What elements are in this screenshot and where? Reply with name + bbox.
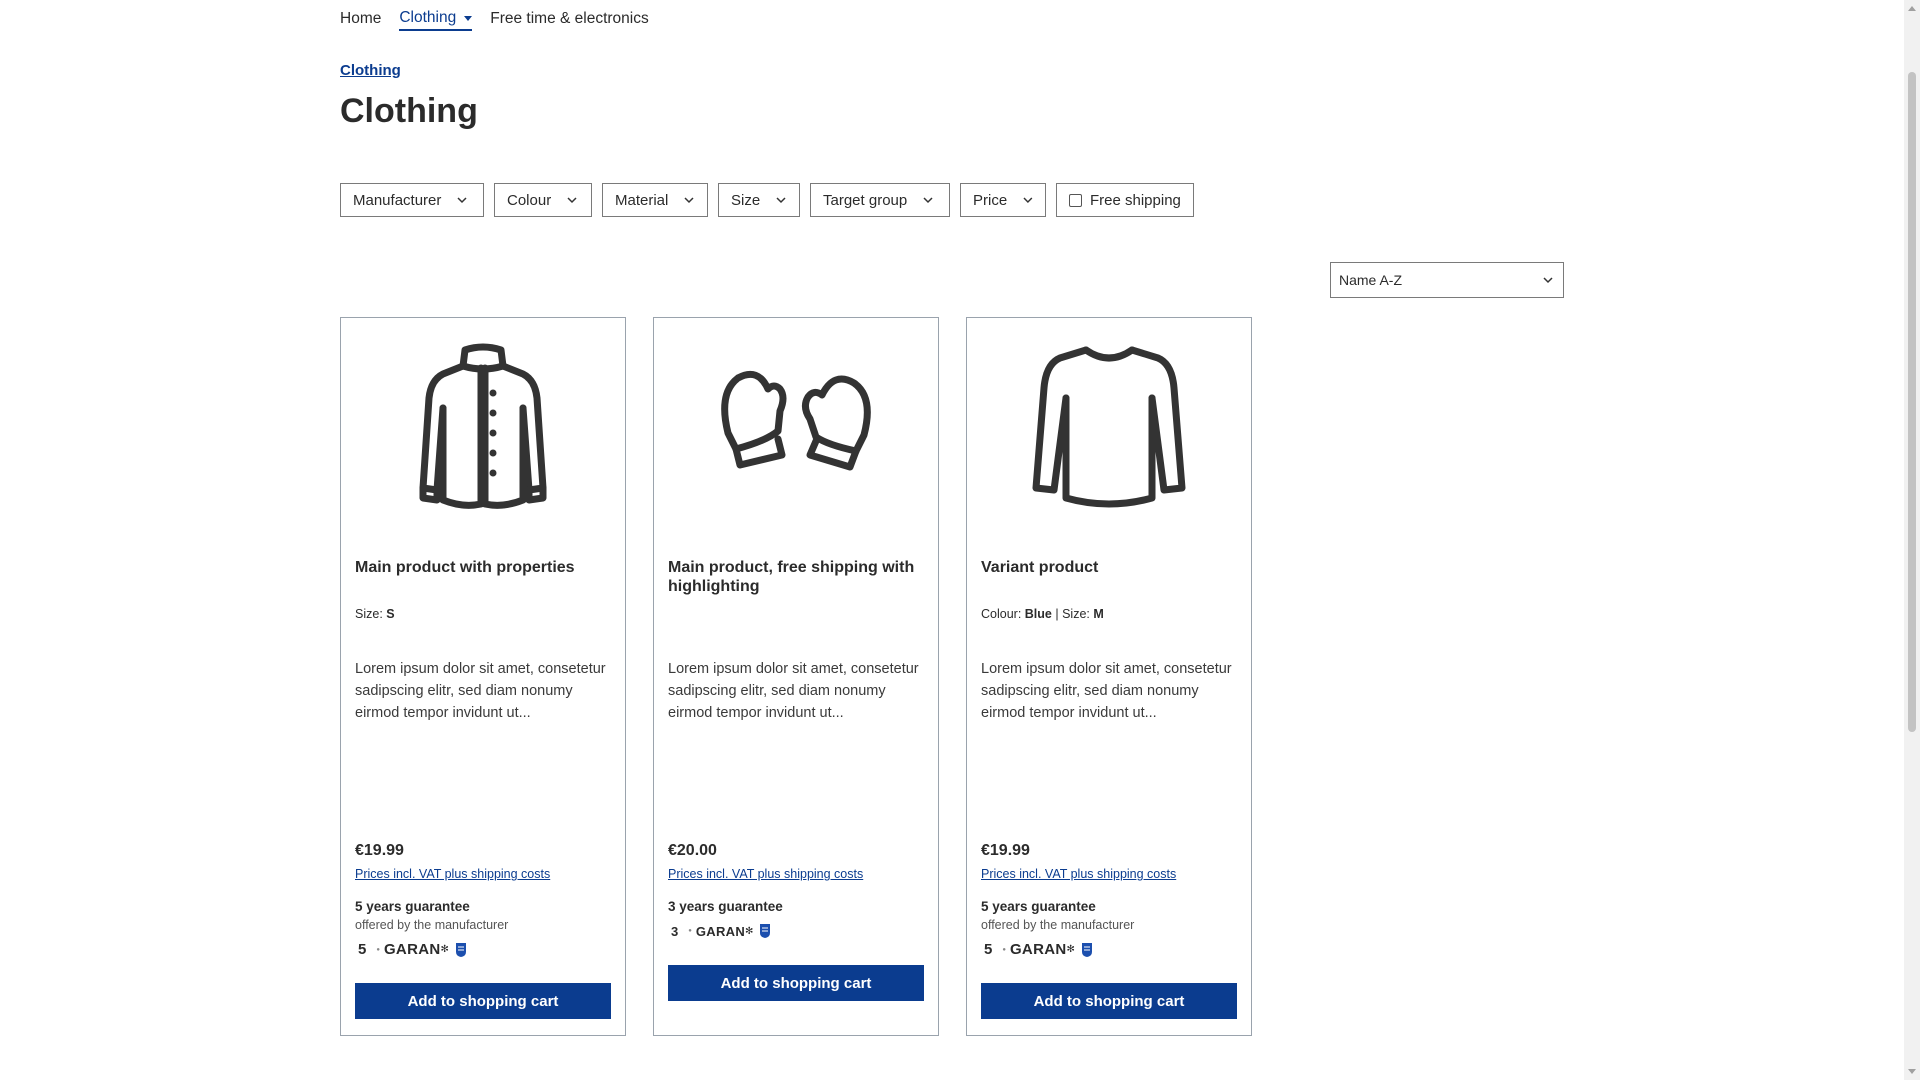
product-properties: Colour: Blue | Size: M — [981, 607, 1104, 621]
mittens-icon — [721, 370, 871, 471]
property-label: Colour: — [981, 607, 1022, 621]
chevron-down-icon — [684, 197, 694, 204]
breadcrumb-clothing[interactable]: Clothing — [340, 62, 401, 79]
badge-mark-icon: ✻ — [1066, 944, 1075, 955]
sweater-icon — [1032, 346, 1186, 508]
guarantee-subtitle: offered by the manufacturer — [981, 918, 1135, 932]
sort-select[interactable]: Name A-Z — [1330, 262, 1564, 298]
guarantee-badge: 5 ● GARAN ✻ — [981, 941, 1093, 958]
filter-bar: Manufacturer Colour Material Size Target… — [340, 183, 1194, 217]
product-listing: Main product with properties Size: S Lor… — [340, 317, 1252, 1036]
product-name[interactable]: Variant product — [981, 558, 1239, 577]
product-description: Lorem ipsum dolor sit amet, consetetur s… — [668, 661, 919, 721]
badge-years: 5 — [358, 941, 367, 958]
add-to-cart-button[interactable]: Add to shopping cart — [981, 983, 1237, 1019]
property-value: M — [1093, 607, 1104, 621]
add-to-cart-button[interactable]: Add to shopping cart — [668, 965, 924, 1001]
filter-label: Material — [615, 191, 669, 209]
vat-shipping-link[interactable]: Prices incl. VAT plus shipping costs — [981, 867, 1176, 881]
chevron-down-icon — [776, 197, 786, 204]
filter-price[interactable]: Price — [960, 183, 1046, 217]
property-value: S — [386, 607, 395, 621]
product-image[interactable] — [341, 318, 625, 509]
sort-selected-value: Name A-Z — [1339, 272, 1403, 288]
filter-label: Free shipping — [1090, 191, 1181, 209]
product-price: €19.99 — [355, 842, 404, 859]
badge-years: 5 — [984, 941, 993, 958]
filter-size[interactable]: Size — [718, 183, 800, 217]
nav-item-clothing[interactable]: Clothing — [399, 9, 473, 31]
property-label: Size: — [355, 607, 383, 621]
badge-text: GARAN — [383, 941, 441, 958]
shield-icon — [1081, 942, 1092, 957]
filter-material[interactable]: Material — [602, 183, 708, 217]
product-image[interactable] — [967, 318, 1251, 508]
filter-label: Price — [973, 191, 1008, 209]
chevron-down-icon — [1543, 277, 1553, 284]
scroll-up-icon[interactable] — [1908, 6, 1916, 11]
dot-icon: ● — [688, 928, 692, 934]
main-navigation: Home Clothing Free time & electronics — [340, 6, 667, 34]
badge-text: GARAN — [695, 923, 746, 939]
scrollbar-thumb[interactable] — [1908, 72, 1916, 732]
shield-icon — [455, 942, 466, 957]
property-label: Size: — [1062, 607, 1090, 621]
badge-text: GARAN — [1009, 941, 1067, 958]
product-properties: Size: S — [355, 607, 395, 621]
product-card: Variant product Colour: Blue | Size: M L… — [966, 317, 1252, 1036]
product-name[interactable]: Main product with properties — [355, 558, 613, 577]
page-title: Clothing — [340, 92, 478, 130]
product-description: Lorem ipsum dolor sit amet, consetetur s… — [981, 661, 1232, 721]
property-value: Blue — [1024, 607, 1052, 621]
scroll-down-icon[interactable] — [1908, 1069, 1916, 1074]
guarantee-title: 5 years guarantee — [981, 899, 1096, 914]
product-image[interactable] — [654, 318, 938, 508]
dot-icon: ● — [376, 946, 380, 953]
product-name[interactable]: Main product, free shipping with highlig… — [668, 558, 926, 596]
filter-label: Manufacturer — [353, 191, 442, 209]
caret-down-icon — [464, 15, 473, 21]
product-card: Main product with properties Size: S Lor… — [340, 317, 626, 1036]
filter-free-shipping[interactable]: Free shipping — [1056, 183, 1194, 217]
filter-target-group[interactable]: Target group — [810, 183, 950, 217]
nav-item-label: Clothing — [399, 9, 457, 26]
product-card: Main product, free shipping with highlig… — [653, 317, 939, 1036]
vat-shipping-link[interactable]: Prices incl. VAT plus shipping costs — [668, 867, 863, 881]
filter-label: Colour — [507, 191, 552, 209]
guarantee-title: 3 years guarantee — [668, 899, 783, 914]
filter-label: Size — [731, 191, 761, 209]
jacket-icon — [419, 343, 547, 509]
guarantee-title: 5 years guarantee — [355, 899, 470, 914]
badge-years: 3 — [671, 923, 679, 939]
nav-item-home[interactable]: Home — [340, 10, 381, 30]
vat-shipping-link[interactable]: Prices incl. VAT plus shipping costs — [355, 867, 550, 881]
product-price: €20.00 — [668, 842, 717, 859]
guarantee-badge: 3 ● GARAN ✻ — [668, 923, 771, 939]
shield-icon — [760, 924, 771, 938]
filter-colour[interactable]: Colour — [494, 183, 592, 217]
guarantee-badge: 5 ● GARAN ✻ — [355, 941, 467, 958]
filter-label: Target group — [823, 191, 908, 209]
chevron-down-icon — [1023, 197, 1033, 204]
free-shipping-checkbox[interactable] — [1069, 193, 1082, 207]
chevron-down-icon — [457, 197, 467, 204]
chevron-down-icon — [567, 197, 577, 204]
guarantee-subtitle: offered by the manufacturer — [355, 918, 509, 932]
property-separator: | — [1055, 607, 1059, 621]
add-to-cart-button[interactable]: Add to shopping cart — [355, 983, 611, 1019]
badge-mark-icon: ✻ — [745, 925, 754, 937]
product-description: Lorem ipsum dolor sit amet, consetetur s… — [355, 661, 606, 721]
nav-item-label: Home — [340, 10, 382, 27]
nav-item-free-time-electronics[interactable]: Free time & electronics — [490, 10, 649, 30]
vertical-scrollbar[interactable] — [1904, 0, 1920, 1080]
filter-manufacturer[interactable]: Manufacturer — [340, 183, 484, 217]
chevron-down-icon — [923, 197, 933, 204]
dot-icon: ● — [1002, 946, 1006, 953]
nav-item-label: Free time & electronics — [490, 10, 649, 27]
product-price: €19.99 — [981, 842, 1030, 859]
badge-mark-icon: ✻ — [440, 944, 449, 955]
